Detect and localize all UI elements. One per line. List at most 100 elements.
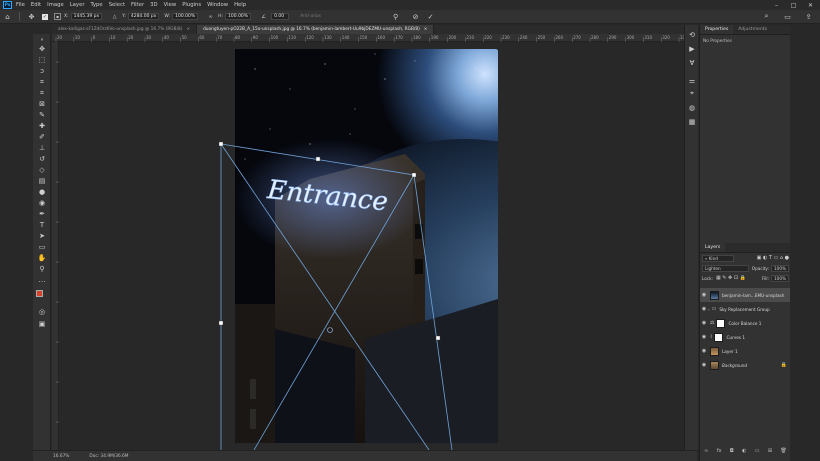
reference-point-icon[interactable]: ▪ (54, 13, 61, 20)
transform-handle[interactable] (218, 320, 224, 326)
workspace-icon[interactable]: ▭ (783, 12, 792, 21)
pen-tool-icon[interactable]: ✒ (37, 210, 47, 218)
x-field[interactable]: 1445.39 px (70, 13, 103, 20)
visibility-eye-icon[interactable]: ◉ (700, 334, 708, 340)
frame-tool-icon[interactable]: ⊠ (37, 100, 47, 108)
visibility-eye-icon[interactable]: ◉ (700, 348, 708, 354)
layer-row[interactable]: ◉ ⚖ Color Balance 1 (700, 316, 791, 330)
clone-stamp-tool-icon[interactable]: ⊥ (37, 144, 47, 152)
rectangle-tool-icon[interactable]: ▭ (37, 243, 47, 251)
fill-field[interactable]: 100% (771, 274, 789, 282)
type-tool-icon[interactable]: T (37, 221, 47, 229)
filter-icons[interactable]: ▣ ◐ T ▭ ⌂ ● (757, 255, 789, 261)
tab-document-2[interactable]: duongtuyen-pO22B_A_15o-unsplash.jpg @ 16… (197, 25, 435, 34)
menu-view[interactable]: View (164, 0, 177, 10)
actions-panel-icon[interactable]: ▶ (688, 45, 696, 53)
blend-mode-select[interactable]: Lighten (702, 264, 749, 272)
menu-image[interactable]: Image (47, 0, 64, 10)
object-select-tool-icon[interactable]: ⌗ (37, 78, 47, 86)
checkbox-icon[interactable]: ✓ (42, 13, 48, 20)
zoom-tool-icon[interactable]: ⚲ (37, 265, 47, 273)
zoom-level[interactable]: 16.67% (53, 454, 69, 459)
transform-handle[interactable] (218, 141, 224, 147)
share-icon[interactable]: ⇪ (804, 12, 813, 21)
layer-row[interactable]: ◉ Layer 1 (700, 344, 791, 358)
delta-icon[interactable]: △ (110, 12, 119, 21)
quick-mask-icon[interactable]: ◎ (37, 308, 47, 316)
tab-document-1[interactable]: alex-kalligas-sF1ZdOrz6Vo-unsplash.jpg @… (52, 25, 198, 34)
canvas-area[interactable]: Entrance (59, 42, 697, 450)
antialias-label[interactable]: Anti-alias (300, 14, 321, 19)
maximize-icon[interactable]: □ (790, 2, 797, 9)
search-icon[interactable]: ⌕ (762, 12, 771, 21)
add-mask-icon[interactable]: ◘ (730, 448, 734, 454)
brush-settings-icon[interactable]: ⌖ (688, 89, 696, 97)
more-tools-icon[interactable]: … (37, 276, 47, 284)
menu-type[interactable]: Type (91, 0, 103, 10)
screen-mode-icon[interactable]: ▣ (37, 320, 47, 328)
marquee-tool-icon[interactable]: ⬚ (37, 56, 47, 64)
menu-layer[interactable]: Layer (70, 0, 85, 10)
history-brush-tool-icon[interactable]: ↺ (37, 155, 47, 163)
home-icon[interactable]: ⌂ (3, 12, 12, 21)
collapse-icon[interactable]: » (37, 36, 47, 44)
layer-row[interactable]: ◉ Background 🔒 (700, 358, 791, 372)
hand-tool-icon[interactable]: ✋ (37, 254, 47, 262)
history-panel-icon[interactable]: ⟲ (688, 31, 696, 39)
menu-3d[interactable]: 3D (150, 0, 157, 10)
path-selection-tool-icon[interactable]: ➤ (37, 232, 47, 240)
layer-row[interactable]: ◉ › ▭ Sky Replacement Group (700, 302, 791, 316)
y-field[interactable]: 4284.00 px (127, 13, 160, 20)
photoshop-logo[interactable]: Ps (3, 1, 12, 9)
h-field[interactable]: 100.00% (225, 13, 252, 20)
dodge-tool-icon[interactable]: ◉ (37, 199, 47, 207)
expand-chevron-icon[interactable]: › (708, 307, 710, 312)
layer-kind-filter[interactable]: ⌕ Kind (702, 254, 734, 262)
tab-properties[interactable]: Properties (700, 25, 734, 34)
color-panel-icon[interactable]: ◍ (688, 104, 696, 112)
move-tool-icon[interactable]: ✥ (37, 45, 47, 53)
opacity-field[interactable]: 100% (771, 264, 789, 272)
document-image[interactable]: Entrance (235, 49, 498, 443)
visibility-eye-icon[interactable]: ◉ (700, 320, 708, 326)
healing-brush-tool-icon[interactable]: ✚ (37, 122, 47, 130)
gradient-tool-icon[interactable]: ▤ (37, 177, 47, 185)
visibility-eye-icon[interactable]: ◉ (700, 292, 708, 298)
menu-help[interactable]: Help (234, 0, 246, 10)
lasso-tool-icon[interactable]: ↄ (37, 67, 47, 75)
menu-plugins[interactable]: Plugins (182, 0, 201, 10)
cancel-transform-icon[interactable]: ⊘ (411, 12, 420, 21)
crop-tool-icon[interactable]: ⌗ (37, 89, 47, 97)
adjust-panel-icon[interactable]: ⚌ (688, 77, 696, 85)
minimize-icon[interactable]: – (773, 2, 780, 9)
warp-icon[interactable]: ⚲ (391, 12, 400, 21)
angle-field[interactable]: 0.00 (271, 13, 290, 20)
glyph-panel-icon[interactable]: Ɐ (688, 59, 696, 67)
layer-row[interactable]: ◉ ⌇ Curves 1 (700, 330, 791, 344)
menu-filter[interactable]: Filter (131, 0, 144, 10)
eraser-tool-icon[interactable]: ◇ (37, 166, 47, 174)
lock-icons[interactable]: ▦ ✎ ✥ ⊡ 🔒 (716, 275, 746, 281)
brush-tool-icon[interactable]: ✐ (37, 133, 47, 141)
link-icon[interactable]: ∞ (206, 12, 215, 21)
new-group-icon[interactable]: ▭ (755, 448, 760, 454)
foreground-color-swatch[interactable] (36, 290, 43, 297)
menu-edit[interactable]: Edit (31, 0, 41, 10)
document-size[interactable]: Doc: 34.9M/36.6M (89, 454, 128, 459)
menu-file[interactable]: File (16, 0, 25, 10)
blur-tool-icon[interactable]: ● (37, 188, 47, 196)
w-field[interactable]: 100.00% (172, 13, 199, 20)
close-tab-icon[interactable]: × (424, 27, 428, 32)
delete-layer-icon[interactable]: 🗑 (780, 448, 786, 454)
swatches-panel-icon[interactable]: ▦ (688, 118, 696, 126)
eyedropper-tool-icon[interactable]: ✎ (37, 111, 47, 119)
menu-window[interactable]: Window (207, 0, 228, 10)
fx-icon[interactable]: fx (717, 448, 722, 454)
close-icon[interactable]: ✕ (807, 2, 814, 9)
tab-adjustments[interactable]: Adjustments (733, 25, 772, 34)
new-layer-icon[interactable]: ⊞ (768, 448, 772, 454)
menu-select[interactable]: Select (109, 0, 125, 10)
adjustment-layer-icon[interactable]: ◐ (742, 448, 746, 454)
tab-layers[interactable]: Layers (700, 243, 726, 252)
visibility-eye-icon[interactable]: ◉ (700, 362, 708, 368)
